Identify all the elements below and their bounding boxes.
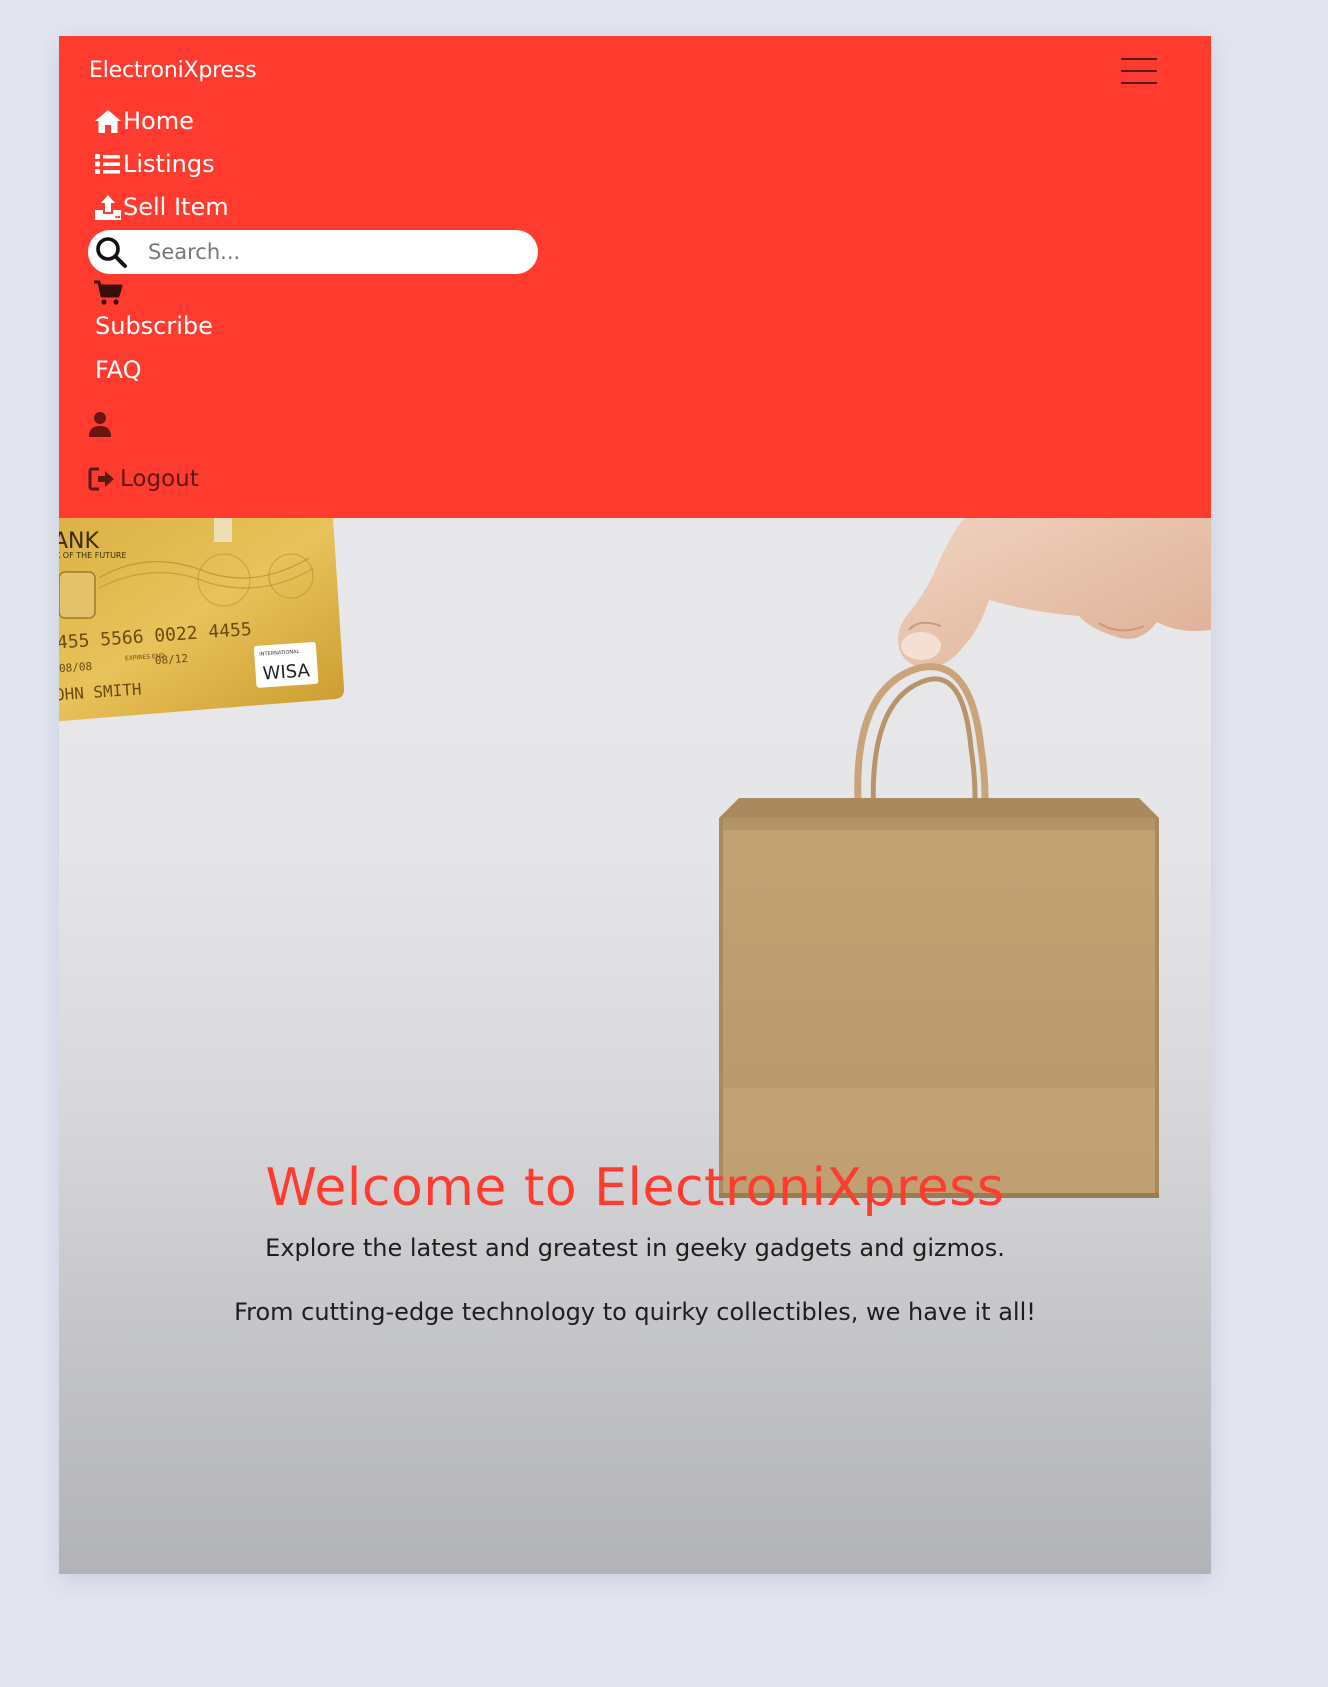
shopping-bag-image bbox=[719, 663, 1159, 1198]
nav-faq-link[interactable]: FAQ bbox=[95, 356, 142, 384]
list-icon bbox=[95, 154, 120, 174]
hand-image bbox=[898, 518, 1211, 668]
search-icon[interactable] bbox=[94, 235, 128, 269]
hero-subtagline: From cutting-edge technology to quirky c… bbox=[234, 1298, 1036, 1326]
hero-title: Welcome to ElectroniXpress bbox=[265, 1158, 1005, 1218]
hero-tagline: Explore the latest and greatest in geeky… bbox=[265, 1234, 1005, 1262]
hamburger-icon[interactable] bbox=[1121, 56, 1159, 86]
logout-link[interactable]: Logout bbox=[88, 466, 199, 492]
logout-label: Logout bbox=[120, 466, 199, 492]
nav-home-link[interactable]: Home bbox=[93, 106, 194, 136]
logout-icon bbox=[88, 467, 114, 491]
credit-card-image: ANK K OF THE FUTURE 455 5566 0022 4455 0… bbox=[59, 518, 345, 722]
nav-listings-link[interactable]: Listings bbox=[93, 149, 215, 179]
card-valid-from: 08/08 bbox=[59, 660, 93, 675]
home-icon bbox=[95, 110, 121, 133]
card-expires: 08/12 bbox=[154, 652, 188, 667]
user-icon[interactable] bbox=[88, 410, 112, 438]
nav-sell-item-link[interactable]: Sell Item bbox=[93, 192, 229, 222]
brand-logo[interactable]: ElectroniXpress bbox=[89, 58, 257, 83]
upload-icon bbox=[95, 195, 121, 220]
hero-section: ANK K OF THE FUTURE 455 5566 0022 4455 0… bbox=[59, 518, 1211, 1574]
card-network: WISA bbox=[262, 660, 311, 684]
search-bar bbox=[88, 230, 538, 274]
nav-sell-item-label: Sell Item bbox=[123, 193, 229, 221]
nav-subscribe-link[interactable]: Subscribe bbox=[95, 312, 213, 340]
cart-icon[interactable] bbox=[93, 279, 123, 307]
card-tagline: K OF THE FUTURE bbox=[59, 551, 127, 560]
nav-home-label: Home bbox=[123, 107, 194, 135]
hero-background-image: ANK K OF THE FUTURE 455 5566 0022 4455 0… bbox=[59, 518, 1211, 1198]
navbar: ElectroniXpress Home Listings Sell Item … bbox=[59, 36, 1211, 518]
page-frame: ElectroniXpress Home Listings Sell Item … bbox=[59, 36, 1211, 1574]
search-input[interactable] bbox=[146, 239, 510, 265]
nav-listings-label: Listings bbox=[123, 150, 215, 178]
